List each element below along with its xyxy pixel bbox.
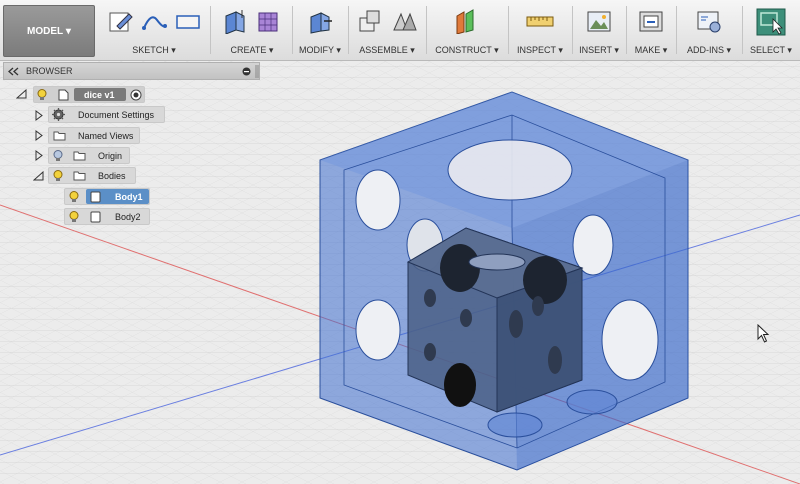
dropdown-arrow-icon: ▾	[65, 25, 71, 37]
document-icon	[58, 89, 69, 101]
add-ins-group[interactable]: ADD-INS ▾	[678, 0, 740, 60]
press-pull-icon[interactable]	[307, 8, 333, 34]
expand-root-icon[interactable]	[16, 89, 27, 99]
browser-item-named-views[interactable]: Named Views	[48, 127, 140, 144]
construct-group[interactable]: CONSTRUCT ▾	[428, 0, 506, 60]
sketch-dropdown-icon: ▾	[171, 45, 176, 55]
sketch-label: SKETCH	[132, 45, 169, 55]
folder-icon	[73, 171, 86, 181]
insert-label: INSERT	[579, 45, 612, 55]
sketch-pencil-icon[interactable]	[107, 8, 133, 34]
gear-icon	[52, 108, 65, 121]
new-component-icon[interactable]	[357, 8, 383, 34]
folder-icon	[73, 151, 86, 161]
toolbar: MODEL ▾ SKETCH ▾ CREATE ▾ MODIFY ▾ ASSEM…	[0, 0, 800, 61]
modify-dropdown-icon: ▾	[336, 45, 341, 55]
document-settings-label: Document Settings	[78, 110, 155, 120]
insert-image-icon[interactable]	[586, 8, 612, 34]
assemble-label: ASSEMBLE	[359, 45, 408, 55]
body1-label: Body1	[115, 192, 143, 202]
joint-icon[interactable]	[391, 8, 417, 34]
body-icon	[90, 211, 101, 223]
pin-panel-icon[interactable]	[255, 65, 259, 78]
collapse-bodies-icon[interactable]	[33, 171, 44, 181]
browser-header[interactable]: BROWSER	[3, 62, 260, 80]
workspace-mode-button[interactable]: MODEL ▾	[3, 5, 95, 57]
insert-group[interactable]: INSERT ▾	[574, 0, 624, 60]
extrude-icon[interactable]	[222, 8, 248, 34]
browser-item-body2[interactable]: Body2	[64, 208, 150, 225]
construct-label: CONSTRUCT	[435, 45, 492, 55]
browser-item-document-settings[interactable]: Document Settings	[48, 106, 165, 123]
folder-icon	[53, 131, 66, 141]
origin-label: Origin	[98, 151, 123, 161]
expand-origin-icon[interactable]	[35, 150, 43, 161]
create-dropdown-icon: ▾	[268, 45, 274, 55]
scripts-addins-icon[interactable]	[696, 8, 722, 34]
modify-group[interactable]: MODIFY ▾	[294, 0, 346, 60]
measure-icon[interactable]	[525, 8, 555, 34]
expand-named-views-icon[interactable]	[35, 130, 43, 141]
lightbulb-icon[interactable]	[53, 170, 63, 182]
expand-document-settings-icon[interactable]	[35, 110, 43, 121]
assemble-dropdown-icon: ▾	[410, 45, 415, 55]
lightbulb-icon[interactable]	[37, 89, 47, 101]
mouse-pointer-icon	[757, 324, 770, 343]
lightbulb-icon[interactable]	[69, 211, 79, 223]
3d-print-icon[interactable]	[638, 8, 664, 34]
select-dropdown-icon: ▾	[787, 45, 792, 55]
named-views-label: Named Views	[78, 131, 134, 141]
browser-item-origin[interactable]: Origin	[48, 147, 130, 164]
inspect-dropdown-icon: ▾	[558, 45, 563, 55]
body2-label: Body2	[115, 212, 141, 222]
construct-dropdown-icon: ▾	[494, 45, 499, 55]
select-label: SELECT	[750, 45, 785, 55]
sketch-group[interactable]: SKETCH ▾	[100, 0, 208, 60]
make-label: MAKE	[634, 45, 661, 55]
inspect-group[interactable]: INSPECT ▾	[510, 0, 570, 60]
body-icon	[90, 191, 101, 203]
lightbulb-icon[interactable]	[69, 191, 79, 203]
add-ins-label: ADD-INS	[686, 45, 724, 55]
bodies-label: Bodies	[98, 171, 126, 181]
select-icon[interactable]	[756, 8, 786, 36]
root-document-name: dice v1	[84, 90, 115, 100]
make-dropdown-icon: ▾	[662, 45, 668, 55]
create-label: CREATE	[230, 45, 267, 55]
browser-item-body1[interactable]: Body1	[64, 188, 150, 205]
insert-dropdown-icon: ▾	[614, 45, 619, 55]
make-group[interactable]: MAKE ▾	[628, 0, 674, 60]
workspace-mode-label: MODEL	[27, 25, 64, 37]
modify-label: MODIFY	[299, 45, 334, 55]
form-cube-icon[interactable]	[256, 8, 282, 34]
sketch-line-icon[interactable]	[141, 8, 167, 34]
collapse-panel-icon[interactable]	[8, 67, 20, 76]
inspect-label: INSPECT	[517, 45, 556, 55]
select-group[interactable]: SELECT ▾	[744, 0, 798, 60]
browser-title: BROWSER	[26, 66, 73, 76]
construction-plane-icon[interactable]	[454, 8, 480, 34]
sketch-rectangle-icon[interactable]	[175, 8, 201, 34]
create-group[interactable]: CREATE ▾	[212, 0, 292, 60]
add-ins-dropdown-icon: ▾	[726, 45, 732, 55]
assemble-group[interactable]: ASSEMBLE ▾	[350, 0, 424, 60]
lightbulb-off-icon[interactable]	[53, 150, 63, 162]
browser-root-node[interactable]: dice v1	[33, 86, 145, 103]
activate-radio-icon[interactable]	[130, 89, 142, 101]
browser-options-icon[interactable]	[242, 67, 251, 76]
browser-item-bodies[interactable]: Bodies	[48, 167, 136, 184]
